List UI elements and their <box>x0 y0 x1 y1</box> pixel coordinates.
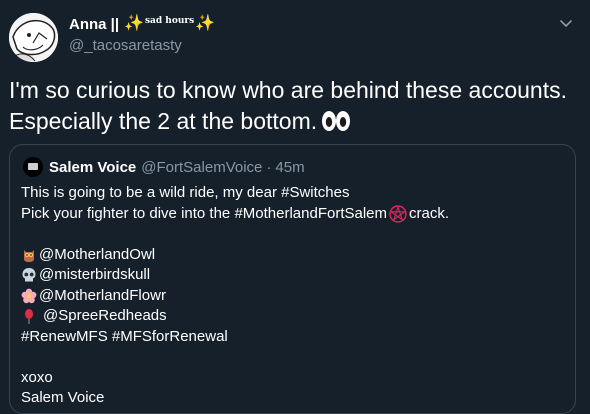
eyes-icon <box>321 109 351 140</box>
author-handle[interactable]: @_tacosaretasty <box>69 37 215 54</box>
avatar[interactable] <box>9 13 58 62</box>
quoted-timestamp: 45m <box>275 158 305 176</box>
account-handle[interactable]: @misterbirdskull <box>39 265 150 286</box>
account-row: @MotherlandFlowr <box>21 286 566 307</box>
tweet-text-line: I'm so curious to know who are behind th… <box>9 77 567 103</box>
signature: Salem Voice <box>21 389 105 406</box>
tweet-header: Anna || ✨ sad hours ✨ @_tacosaretasty <box>69 14 215 55</box>
account-row: @misterbirdskull <box>21 265 566 286</box>
separator-dot: · <box>266 158 272 176</box>
display-name-row[interactable]: Anna || ✨ sad hours ✨ <box>69 14 215 34</box>
quoted-display-name: Salem Voice <box>49 158 137 176</box>
sparkles-icon: ✨ <box>124 15 144 32</box>
quoted-line: This is going to be a wild ride, my dear… <box>21 184 350 201</box>
hashtags[interactable]: #RenewMFS #MFSforRenewal <box>21 327 566 348</box>
quoted-line-text: Pick your fighter to dive into the #Moth… <box>21 204 388 222</box>
account-handle[interactable]: @MotherlandOwl <box>39 245 155 266</box>
account-row: @MotherlandOwl <box>21 245 566 266</box>
quoted-handle: @FortSalemVoice <box>141 158 263 176</box>
quoted-tweet[interactable]: Salem Voice @FortSalemVoice · 45m This i… <box>9 144 576 414</box>
account-row: @SpreeRedheads <box>21 306 566 327</box>
owl-icon <box>21 247 37 263</box>
tweet-text-line-2: Especially the 2 at the bottom. <box>9 108 318 134</box>
more-options-icon[interactable] <box>556 13 576 33</box>
quoted-line-text: crack. <box>409 204 450 222</box>
balloon-icon <box>21 308 37 325</box>
tweet-text-line: Especially the 2 at the bottom. <box>9 106 584 140</box>
account-handle[interactable]: @SpreeRedheads <box>43 306 167 327</box>
tweet-text: I'm so curious to know who are behind th… <box>9 75 584 140</box>
quoted-tweet-header: Salem Voice @FortSalemVoice · 45m <box>23 157 305 177</box>
account-handle[interactable]: @MotherlandFlowr <box>39 286 166 307</box>
skull-icon <box>21 267 37 283</box>
quoted-tweet-body: This is going to be a wild ride, my dear… <box>21 183 566 409</box>
display-name[interactable]: Anna || <box>69 16 119 33</box>
signoff: xoxo <box>21 368 53 386</box>
pentagram-icon <box>389 204 407 223</box>
flower-icon <box>21 288 37 304</box>
quoted-avatar <box>23 157 43 177</box>
sparkles-icon: ✨ <box>195 15 216 32</box>
name-badge-text: sad hours <box>144 16 195 26</box>
tweet: Anna || ✨ sad hours ✨ @_tacosaretasty I'… <box>0 0 590 414</box>
quoted-line: Pick your fighter to dive into the #Moth… <box>21 204 566 225</box>
